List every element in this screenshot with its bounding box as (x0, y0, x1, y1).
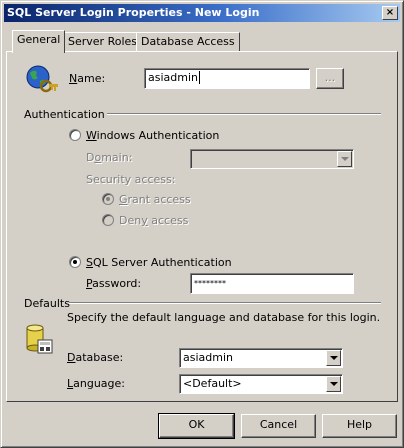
windows-auth-radio[interactable] (69, 129, 81, 141)
password-label: Password: (86, 277, 142, 290)
radio-selected-dot (73, 260, 77, 264)
title-bar: SQL Server Login Properties - New Login … (4, 4, 400, 22)
authentication-divider (107, 113, 381, 115)
radio-selected-dot (106, 197, 110, 201)
database-icon (24, 322, 56, 356)
sql-auth-label: SQL Server Authentication (86, 256, 232, 269)
authentication-section-label: Authentication (24, 108, 105, 121)
defaults-description: Specify the default language and databas… (67, 311, 381, 324)
tab-database-access[interactable]: Database Access (136, 32, 240, 51)
language-value: <Default> (183, 377, 242, 390)
window-title: SQL Server Login Properties - New Login (7, 6, 260, 19)
deny-access-label: Deny access (119, 214, 189, 227)
domain-dropdown[interactable] (190, 149, 354, 169)
browse-button-label: ... (324, 71, 336, 84)
tab-server-roles-label: Server Roles (68, 35, 138, 48)
general-tab-panel: Name: asiadmin ... Authentication Window… (6, 51, 398, 402)
database-value: asiadmin (183, 351, 233, 364)
database-label: Database: (67, 351, 124, 364)
help-button[interactable]: Help (322, 414, 397, 438)
defaults-section-label: Defaults (24, 297, 70, 310)
language-label: Language: (67, 377, 126, 390)
close-icon: × (385, 7, 395, 18)
tab-general[interactable]: General (12, 30, 66, 53)
cancel-button[interactable]: Cancel (241, 414, 316, 438)
windows-auth-label: Windows Authentication (86, 129, 220, 142)
sql-auth-radio[interactable] (69, 256, 81, 268)
close-window-button[interactable]: × (382, 6, 398, 20)
defaults-divider (69, 302, 381, 304)
help-button-label: Help (346, 418, 373, 431)
ok-button[interactable]: OK (158, 413, 235, 439)
cancel-button-label: Cancel (259, 418, 298, 431)
chevron-down-icon (337, 151, 352, 167)
chevron-down-icon (326, 376, 341, 392)
deny-access-radio[interactable] (102, 214, 114, 226)
name-value: asiadmin (148, 71, 198, 84)
browse-button[interactable]: ... (316, 68, 344, 89)
tab-general-label: General (17, 33, 61, 46)
name-label: Name: (69, 72, 106, 85)
language-dropdown[interactable]: <Default> (179, 374, 343, 394)
tab-database-access-label: Database Access (141, 35, 235, 48)
password-input[interactable]: ******** (190, 273, 354, 294)
name-input[interactable]: asiadmin (144, 68, 310, 89)
chevron-down-icon (326, 350, 341, 366)
tab-server-roles[interactable]: Server Roles (63, 32, 143, 51)
domain-label: Domain: (86, 151, 133, 164)
grant-access-radio[interactable] (102, 193, 114, 205)
globe-key-icon (25, 64, 59, 96)
password-value: ******** (194, 279, 226, 288)
login-properties-window: SQL Server Login Properties - New Login … (0, 0, 404, 448)
security-access-label: Security access: (86, 173, 176, 186)
grant-access-label: Grant access (119, 193, 191, 206)
database-dropdown[interactable]: asiadmin (179, 348, 343, 368)
ok-button-label: OK (188, 418, 205, 431)
